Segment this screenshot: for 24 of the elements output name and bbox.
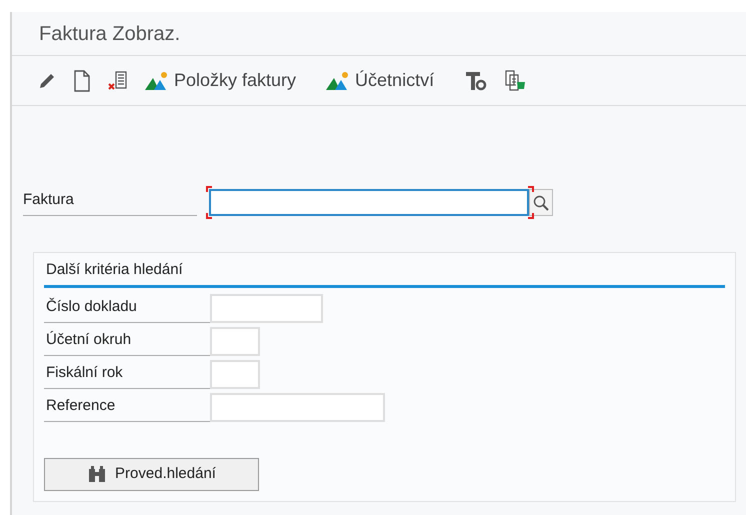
input-field[interactable] bbox=[210, 294, 323, 322]
toolbar-icon-button[interactable] bbox=[464, 70, 488, 92]
toolbar-button[interactable]: Položky faktury bbox=[145, 67, 296, 94]
tools-icon bbox=[464, 70, 488, 92]
toolbar-button[interactable]: Účetnictví bbox=[326, 67, 434, 94]
toolbar-icon-button[interactable] bbox=[107, 70, 129, 92]
page-icon bbox=[73, 70, 91, 92]
toolbar-icon-button[interactable] bbox=[73, 70, 91, 92]
mountain-icon bbox=[326, 70, 350, 90]
search-button[interactable]: Proved.hledání bbox=[44, 458, 259, 490]
invoice-input-field[interactable] bbox=[209, 189, 529, 216]
delete-list-icon bbox=[107, 70, 129, 92]
input-field[interactable] bbox=[210, 360, 260, 388]
mountain-icon bbox=[145, 70, 169, 90]
binoculars-icon bbox=[87, 464, 108, 484]
search-icon bbox=[533, 194, 549, 210]
group-title: Další kritéria hledání bbox=[44, 259, 725, 288]
toolbar-icon-button[interactable] bbox=[504, 70, 526, 92]
input-field[interactable] bbox=[210, 392, 385, 422]
input-field[interactable] bbox=[210, 326, 260, 356]
field-label: Faktura bbox=[23, 188, 197, 216]
window-title: Faktura Zobraz. bbox=[39, 22, 180, 46]
copy-document-icon bbox=[504, 70, 526, 92]
search-help-button[interactable] bbox=[529, 189, 553, 216]
